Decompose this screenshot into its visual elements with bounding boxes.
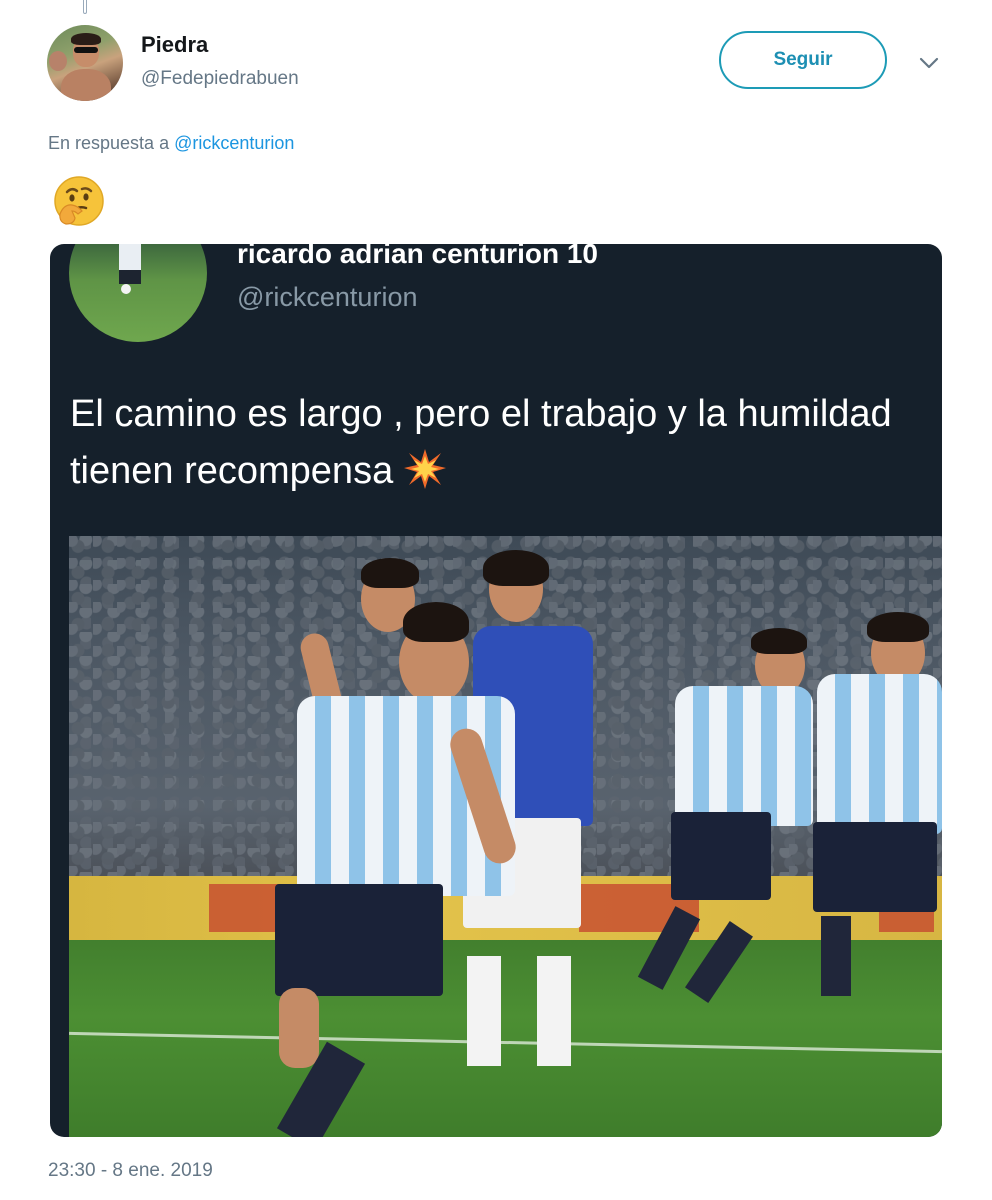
collision-emoji [404, 449, 447, 489]
embedded-tweet-screenshot: ricardo adrian centurion 10 @rickcenturi… [50, 244, 942, 1137]
author-handle[interactable]: @Fedepiedrabuen [141, 68, 299, 90]
embedded-handle: @rickcenturion [237, 282, 418, 312]
tweet-page: Piedra @Fedepiedrabuen Seguir En respues… [0, 0, 992, 1200]
avatar-player-shorts [119, 270, 141, 284]
pitch-line [69, 1031, 942, 1054]
avatar-friend [49, 51, 67, 71]
avatar-hair [71, 33, 101, 45]
tweet-timestamp[interactable]: 23:30 - 8 ene. 2019 [48, 1160, 213, 1182]
avatar-ball [121, 284, 131, 294]
tweet-menu-button[interactable] [914, 48, 944, 78]
author-avatar[interactable] [47, 25, 123, 101]
chevron-down-icon [919, 57, 939, 69]
scroll-marker [83, 0, 87, 14]
match-photo [69, 536, 942, 1137]
reply-mention-link[interactable]: @rickcenturion [174, 133, 294, 153]
embedded-avatar [69, 244, 207, 342]
embedded-text-content: El camino es largo , pero el trabajo y l… [70, 393, 892, 492]
thinking-face-emoji [54, 176, 104, 226]
avatar-sunglasses [74, 47, 98, 53]
reply-prefix: En respuesta a [48, 133, 170, 153]
follow-button[interactable]: Seguir [719, 31, 887, 89]
avatar-torso [61, 69, 111, 101]
reply-context: En respuesta a @rickcenturion [48, 133, 294, 154]
author-display-name[interactable]: Piedra [141, 32, 208, 58]
embedded-display-name: ricardo adrian centurion 10 [237, 244, 598, 269]
embedded-tweet-text: El camino es largo , pero el trabajo y l… [70, 386, 930, 500]
